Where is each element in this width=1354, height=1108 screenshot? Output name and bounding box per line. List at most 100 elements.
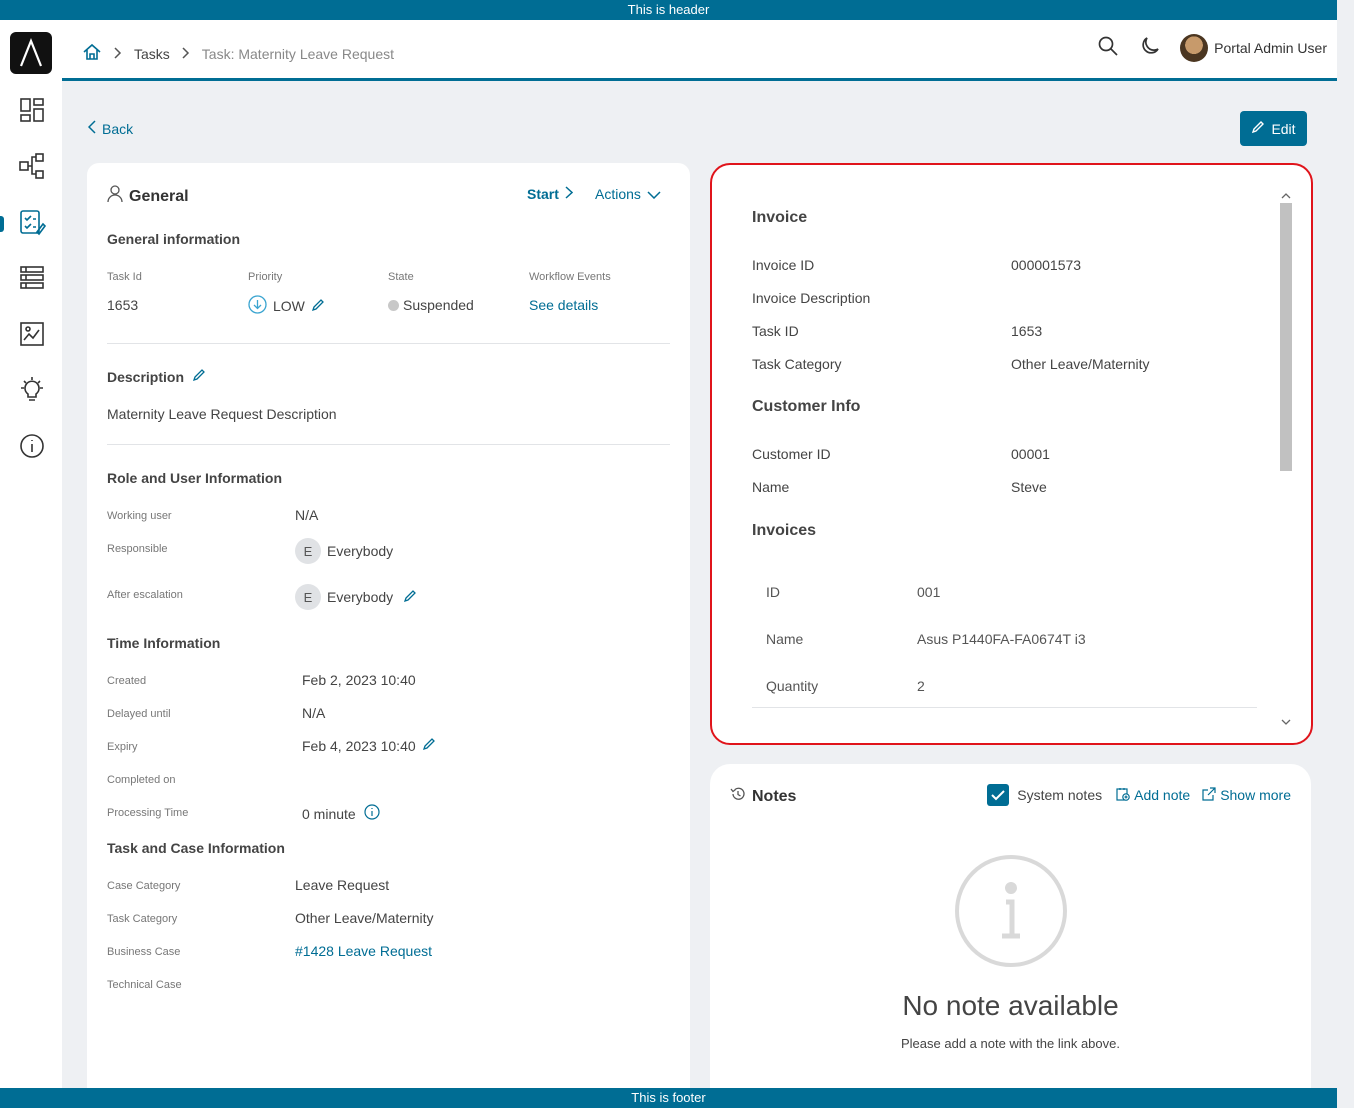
task-id-label: Task Id — [107, 271, 142, 283]
pencil-icon[interactable] — [311, 298, 325, 315]
footer-banner: This is footer — [0, 1088, 1337, 1108]
show-more-button[interactable]: Show more — [1220, 787, 1291, 803]
invoice-row-value: 2 — [917, 678, 925, 694]
invoice-task-id-value: 1653 — [1011, 323, 1043, 339]
divider — [107, 343, 670, 344]
chevron-right-icon — [565, 186, 574, 202]
app-logo[interactable] — [10, 32, 52, 74]
tasks-icon[interactable] — [17, 207, 47, 237]
delayed-value: N/A — [302, 705, 326, 721]
edit-label: Edit — [1271, 120, 1296, 137]
case-category-label: Case Category — [107, 880, 181, 892]
scrollbar[interactable] — [1278, 187, 1292, 725]
after-escalation-label: After escalation — [107, 589, 183, 601]
lightbulb-icon[interactable] — [17, 375, 47, 405]
add-note-icon — [1116, 787, 1130, 804]
state-value: Suspended — [388, 297, 474, 313]
task-id-value: 1653 — [107, 297, 139, 313]
pencil-icon[interactable] — [422, 737, 436, 754]
scroll-down-icon[interactable] — [1281, 713, 1291, 731]
working-user-value: N/A — [295, 507, 319, 523]
invoice-description-label: Invoice Description — [752, 290, 871, 306]
invoice-row-label: Name — [766, 631, 804, 647]
empty-info-icon — [954, 854, 1068, 973]
workflow-events-label: Workflow Events — [529, 271, 611, 283]
history-icon — [730, 786, 746, 807]
invoice-card: Invoice Invoice ID 000001573 Invoice Des… — [710, 163, 1313, 745]
general-info-title: General information — [107, 231, 241, 247]
expiry-value: Feb 4, 2023 10:40 — [302, 737, 436, 754]
info-icon[interactable] — [364, 804, 380, 823]
created-label: Created — [107, 675, 147, 687]
customer-info-title: Customer Info — [752, 398, 861, 415]
invoice-row-value: 001 — [917, 584, 941, 600]
responsible-value: E Everybody — [295, 538, 393, 564]
state-label: State — [388, 271, 414, 283]
task-category-label: Task Category — [107, 913, 178, 925]
description-title-text: Description — [107, 368, 185, 385]
start-button[interactable]: Start — [527, 186, 574, 202]
info-icon[interactable] — [17, 431, 47, 461]
responsible-text: Everybody — [327, 543, 394, 559]
priority-label: Priority — [248, 271, 283, 283]
home-icon[interactable] — [82, 42, 102, 65]
avatar: E — [295, 584, 321, 610]
dashboard-icon[interactable] — [17, 95, 47, 125]
notes-title-text: Notes — [752, 787, 797, 805]
invoice-task-category-value: Other Leave/Maternity — [1011, 356, 1150, 372]
time-title: Time Information — [107, 635, 221, 651]
header-actions: Portal Admin User — [1098, 34, 1327, 62]
after-escalation-text: Everybody — [327, 589, 394, 605]
pencil-icon[interactable] — [403, 589, 417, 606]
scrollbar-thumb[interactable] — [1280, 203, 1292, 471]
pencil-icon[interactable] — [192, 368, 206, 385]
search-icon[interactable] — [1098, 36, 1118, 61]
after-escalation-value: E Everybody — [295, 584, 417, 610]
process-icon[interactable] — [17, 151, 47, 181]
breadcrumb-tasks[interactable]: Tasks — [134, 46, 170, 62]
customer-name-value: Steve — [1011, 479, 1047, 495]
user-name[interactable]: Portal Admin User — [1214, 40, 1327, 56]
invoice-task-category-label: Task Category — [752, 356, 842, 372]
general-title-text: General — [129, 187, 189, 205]
state-dot-icon — [388, 299, 399, 311]
case-info-title: Task and Case Information — [107, 840, 285, 856]
description-value: Maternity Leave Request Description — [107, 406, 337, 422]
chevron-right-icon — [114, 46, 122, 62]
pencil-icon — [1251, 120, 1265, 137]
add-note-button[interactable]: Add note — [1134, 787, 1190, 803]
technical-case-label: Technical Case — [107, 979, 182, 991]
notes-title: Notes — [730, 786, 796, 807]
breadcrumb: Tasks Task: Maternity Leave Request — [82, 42, 394, 65]
avatar[interactable] — [1180, 34, 1209, 62]
arrow-down-circle-icon — [248, 295, 267, 317]
general-title: General — [107, 185, 189, 208]
invoice-row-value: Asus P1440FA-FA0674T i3 — [917, 631, 1086, 647]
sidebar — [0, 20, 62, 1088]
divider — [107, 444, 670, 445]
sidebar-active-indicator — [0, 216, 4, 232]
cases-icon[interactable] — [17, 263, 47, 293]
user-icon — [107, 185, 123, 208]
start-label: Start — [527, 186, 559, 202]
actions-dropdown[interactable]: Actions — [595, 186, 661, 202]
app-header: Tasks Task: Maternity Leave Request Port… — [62, 20, 1337, 81]
breadcrumb-current: Task: Maternity Leave Request — [201, 45, 395, 62]
back-link[interactable]: Back — [87, 120, 133, 137]
see-details-link[interactable]: See details — [529, 297, 598, 313]
invoice-id-value: 000001573 — [1011, 257, 1082, 273]
business-case-link[interactable]: #1428 Leave Request — [295, 943, 432, 959]
invoice-row-label: ID — [766, 584, 780, 600]
actions-label: Actions — [595, 186, 641, 202]
dark-mode-icon[interactable] — [1140, 36, 1160, 61]
description-title: Description — [107, 368, 206, 385]
notes-card: Notes System notes Add note Show more No… — [710, 764, 1311, 1088]
edit-button[interactable]: Edit — [1240, 111, 1307, 146]
empty-state-hint: Please add a note with the link above. — [901, 1036, 1120, 1051]
customer-id-label: Customer ID — [752, 446, 831, 462]
statistics-icon[interactable] — [17, 319, 47, 349]
system-notes-checkbox[interactable] — [987, 784, 1010, 806]
delayed-label: Delayed until — [107, 708, 171, 720]
role-title: Role and User Information — [107, 470, 283, 486]
divider — [752, 707, 1257, 708]
